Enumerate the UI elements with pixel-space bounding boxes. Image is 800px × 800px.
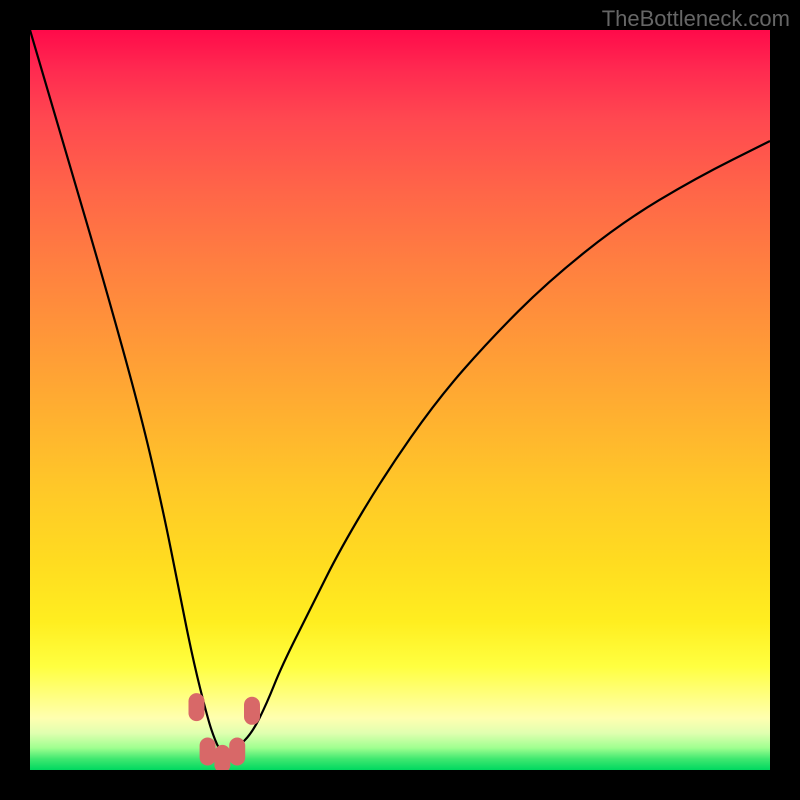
data-marker <box>214 745 230 770</box>
chart-area <box>30 30 770 770</box>
data-marker <box>200 738 216 766</box>
watermark-text: TheBottleneck.com <box>602 6 790 32</box>
bottleneck-curve-line <box>30 30 770 755</box>
chart-svg <box>30 30 770 770</box>
data-marker <box>244 697 260 725</box>
data-marker <box>189 693 205 721</box>
data-markers <box>189 693 261 770</box>
data-marker <box>229 738 245 766</box>
